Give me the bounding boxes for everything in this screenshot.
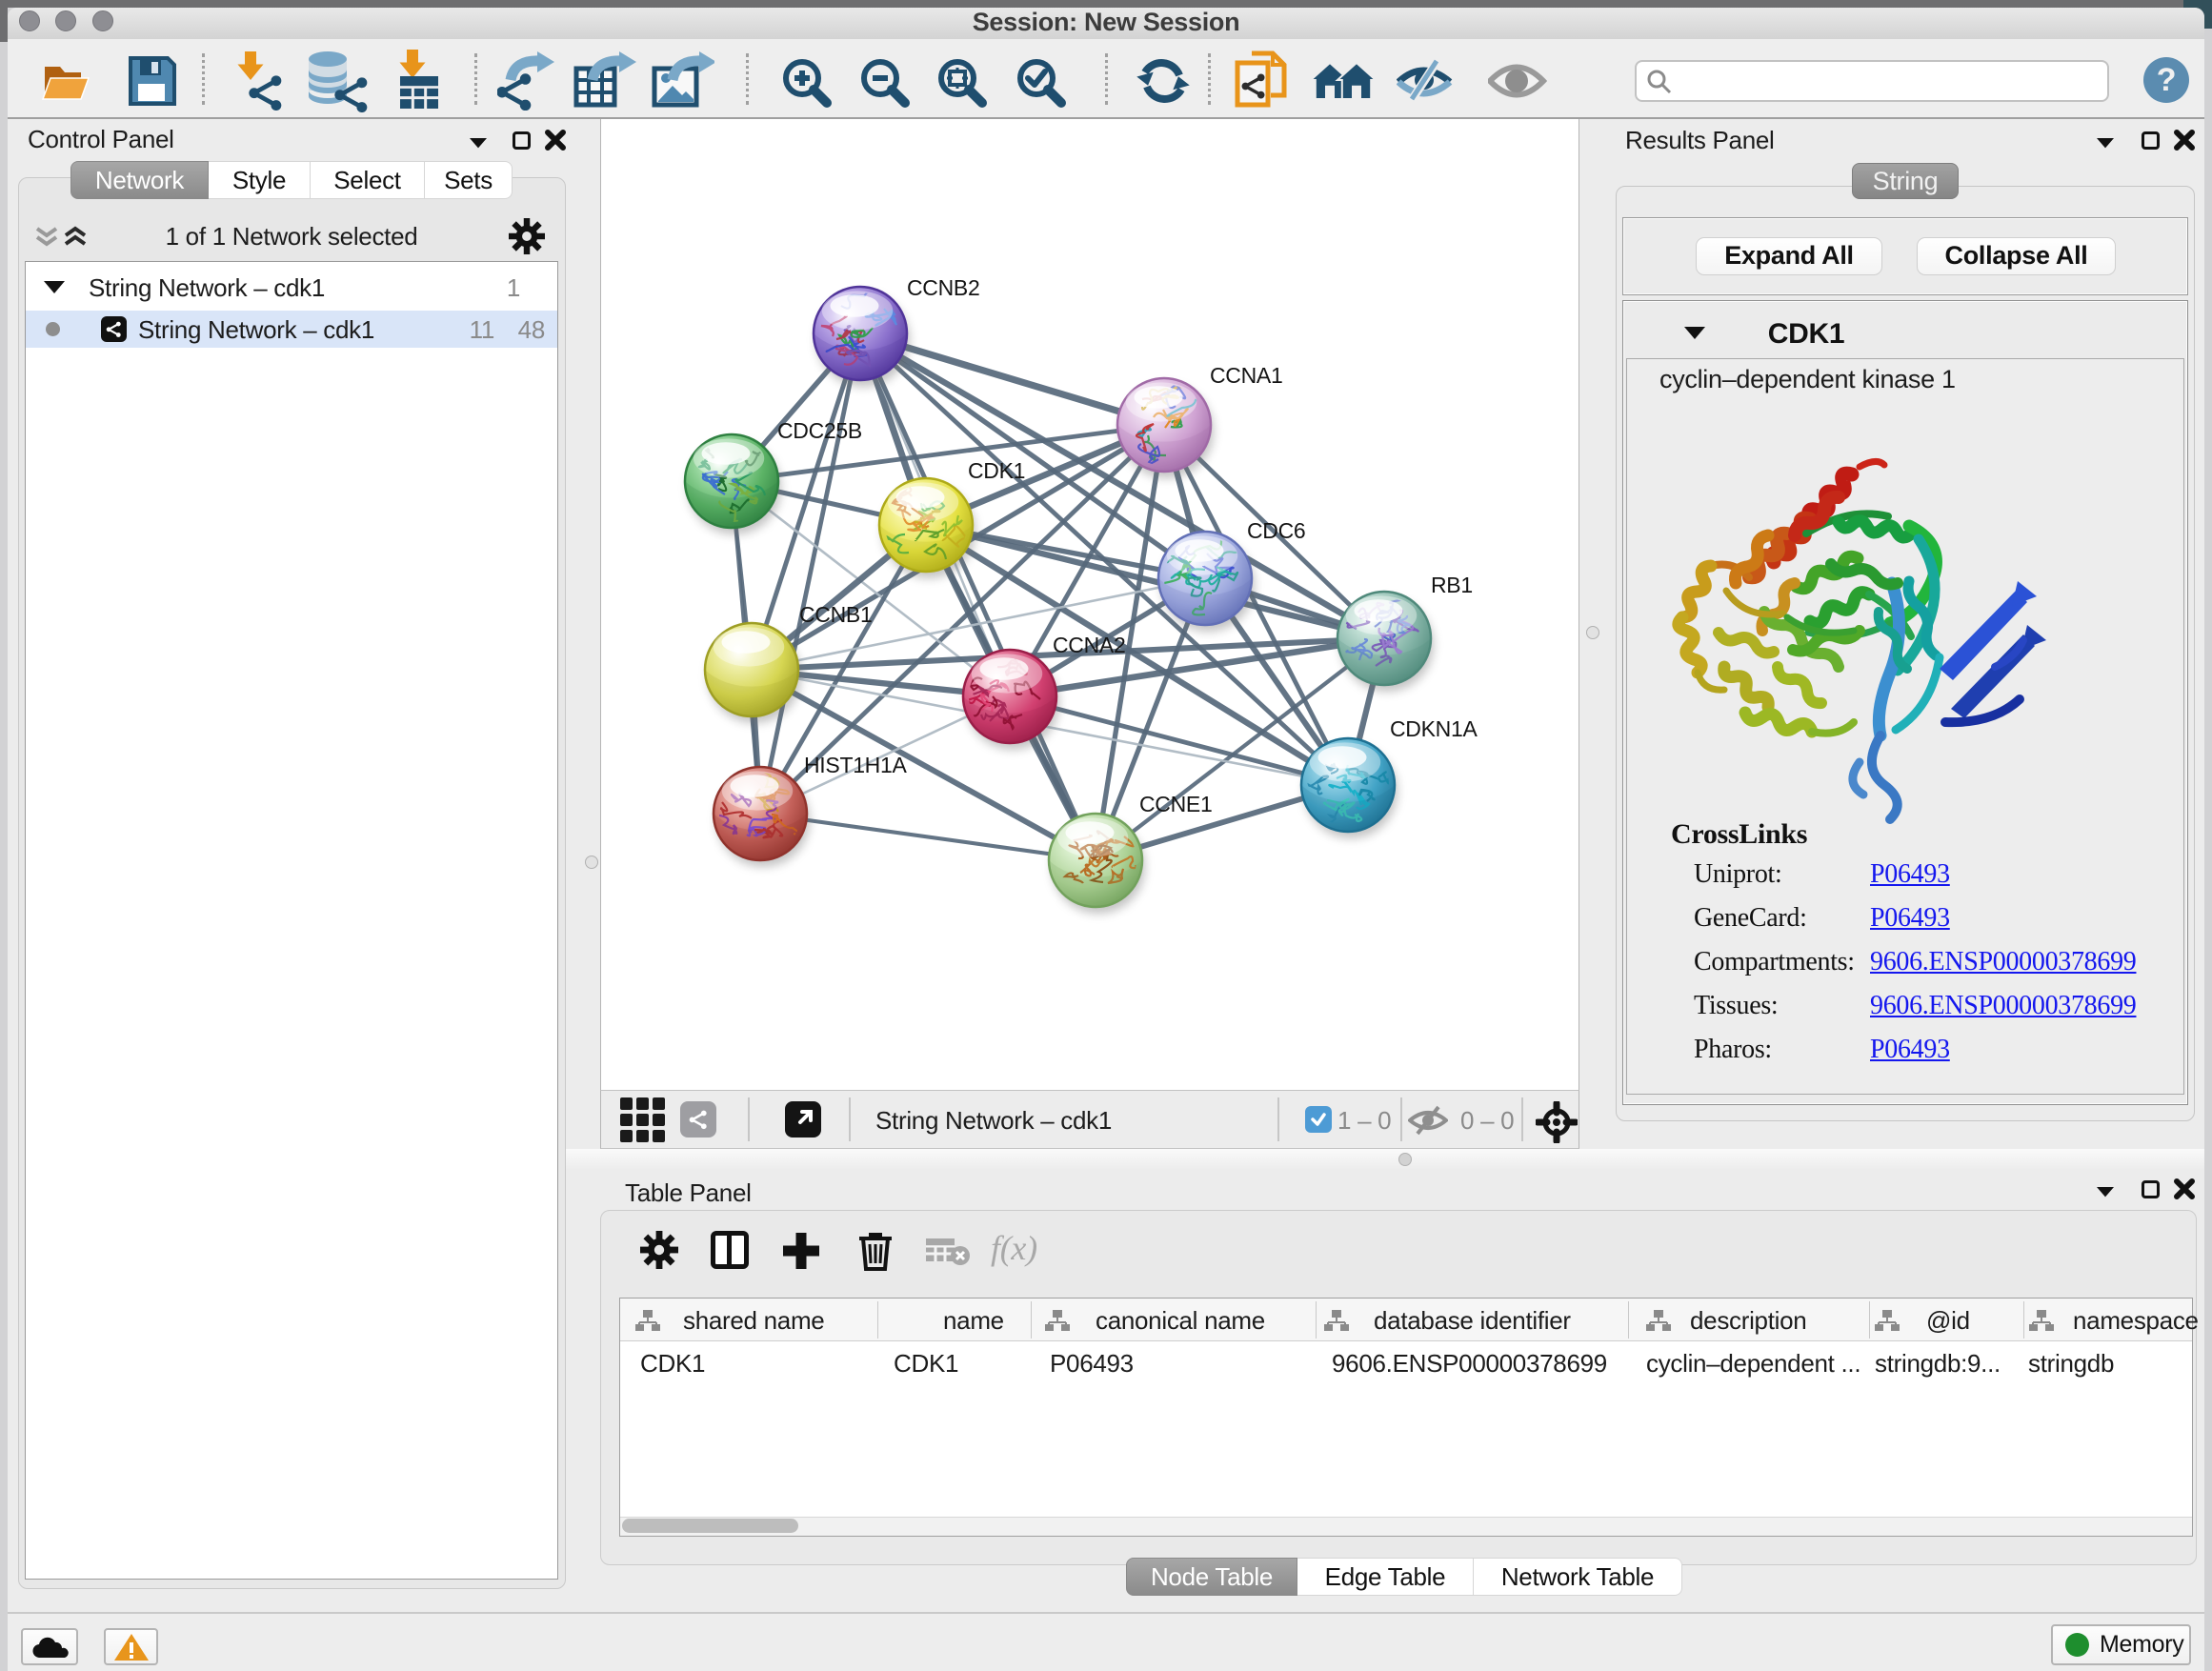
svg-text:CDC6: CDC6 (1247, 518, 1305, 543)
svg-text:CCNB2: CCNB2 (907, 275, 979, 300)
svg-text:CCNA1: CCNA1 (1210, 363, 1282, 388)
svg-text:CDKN1A: CDKN1A (1390, 716, 1478, 741)
svg-text:CCNE1: CCNE1 (1139, 792, 1212, 816)
svg-text:CCNB1: CCNB1 (799, 602, 872, 627)
svg-text:HIST1H1A: HIST1H1A (804, 753, 907, 777)
svg-text:CDK1: CDK1 (968, 458, 1025, 483)
svg-text:?: ? (2157, 62, 2176, 98)
svg-text:CDC25B: CDC25B (777, 418, 862, 443)
svg-text:CCNA2: CCNA2 (1053, 633, 1125, 657)
svg-text:RB1: RB1 (1431, 573, 1473, 597)
